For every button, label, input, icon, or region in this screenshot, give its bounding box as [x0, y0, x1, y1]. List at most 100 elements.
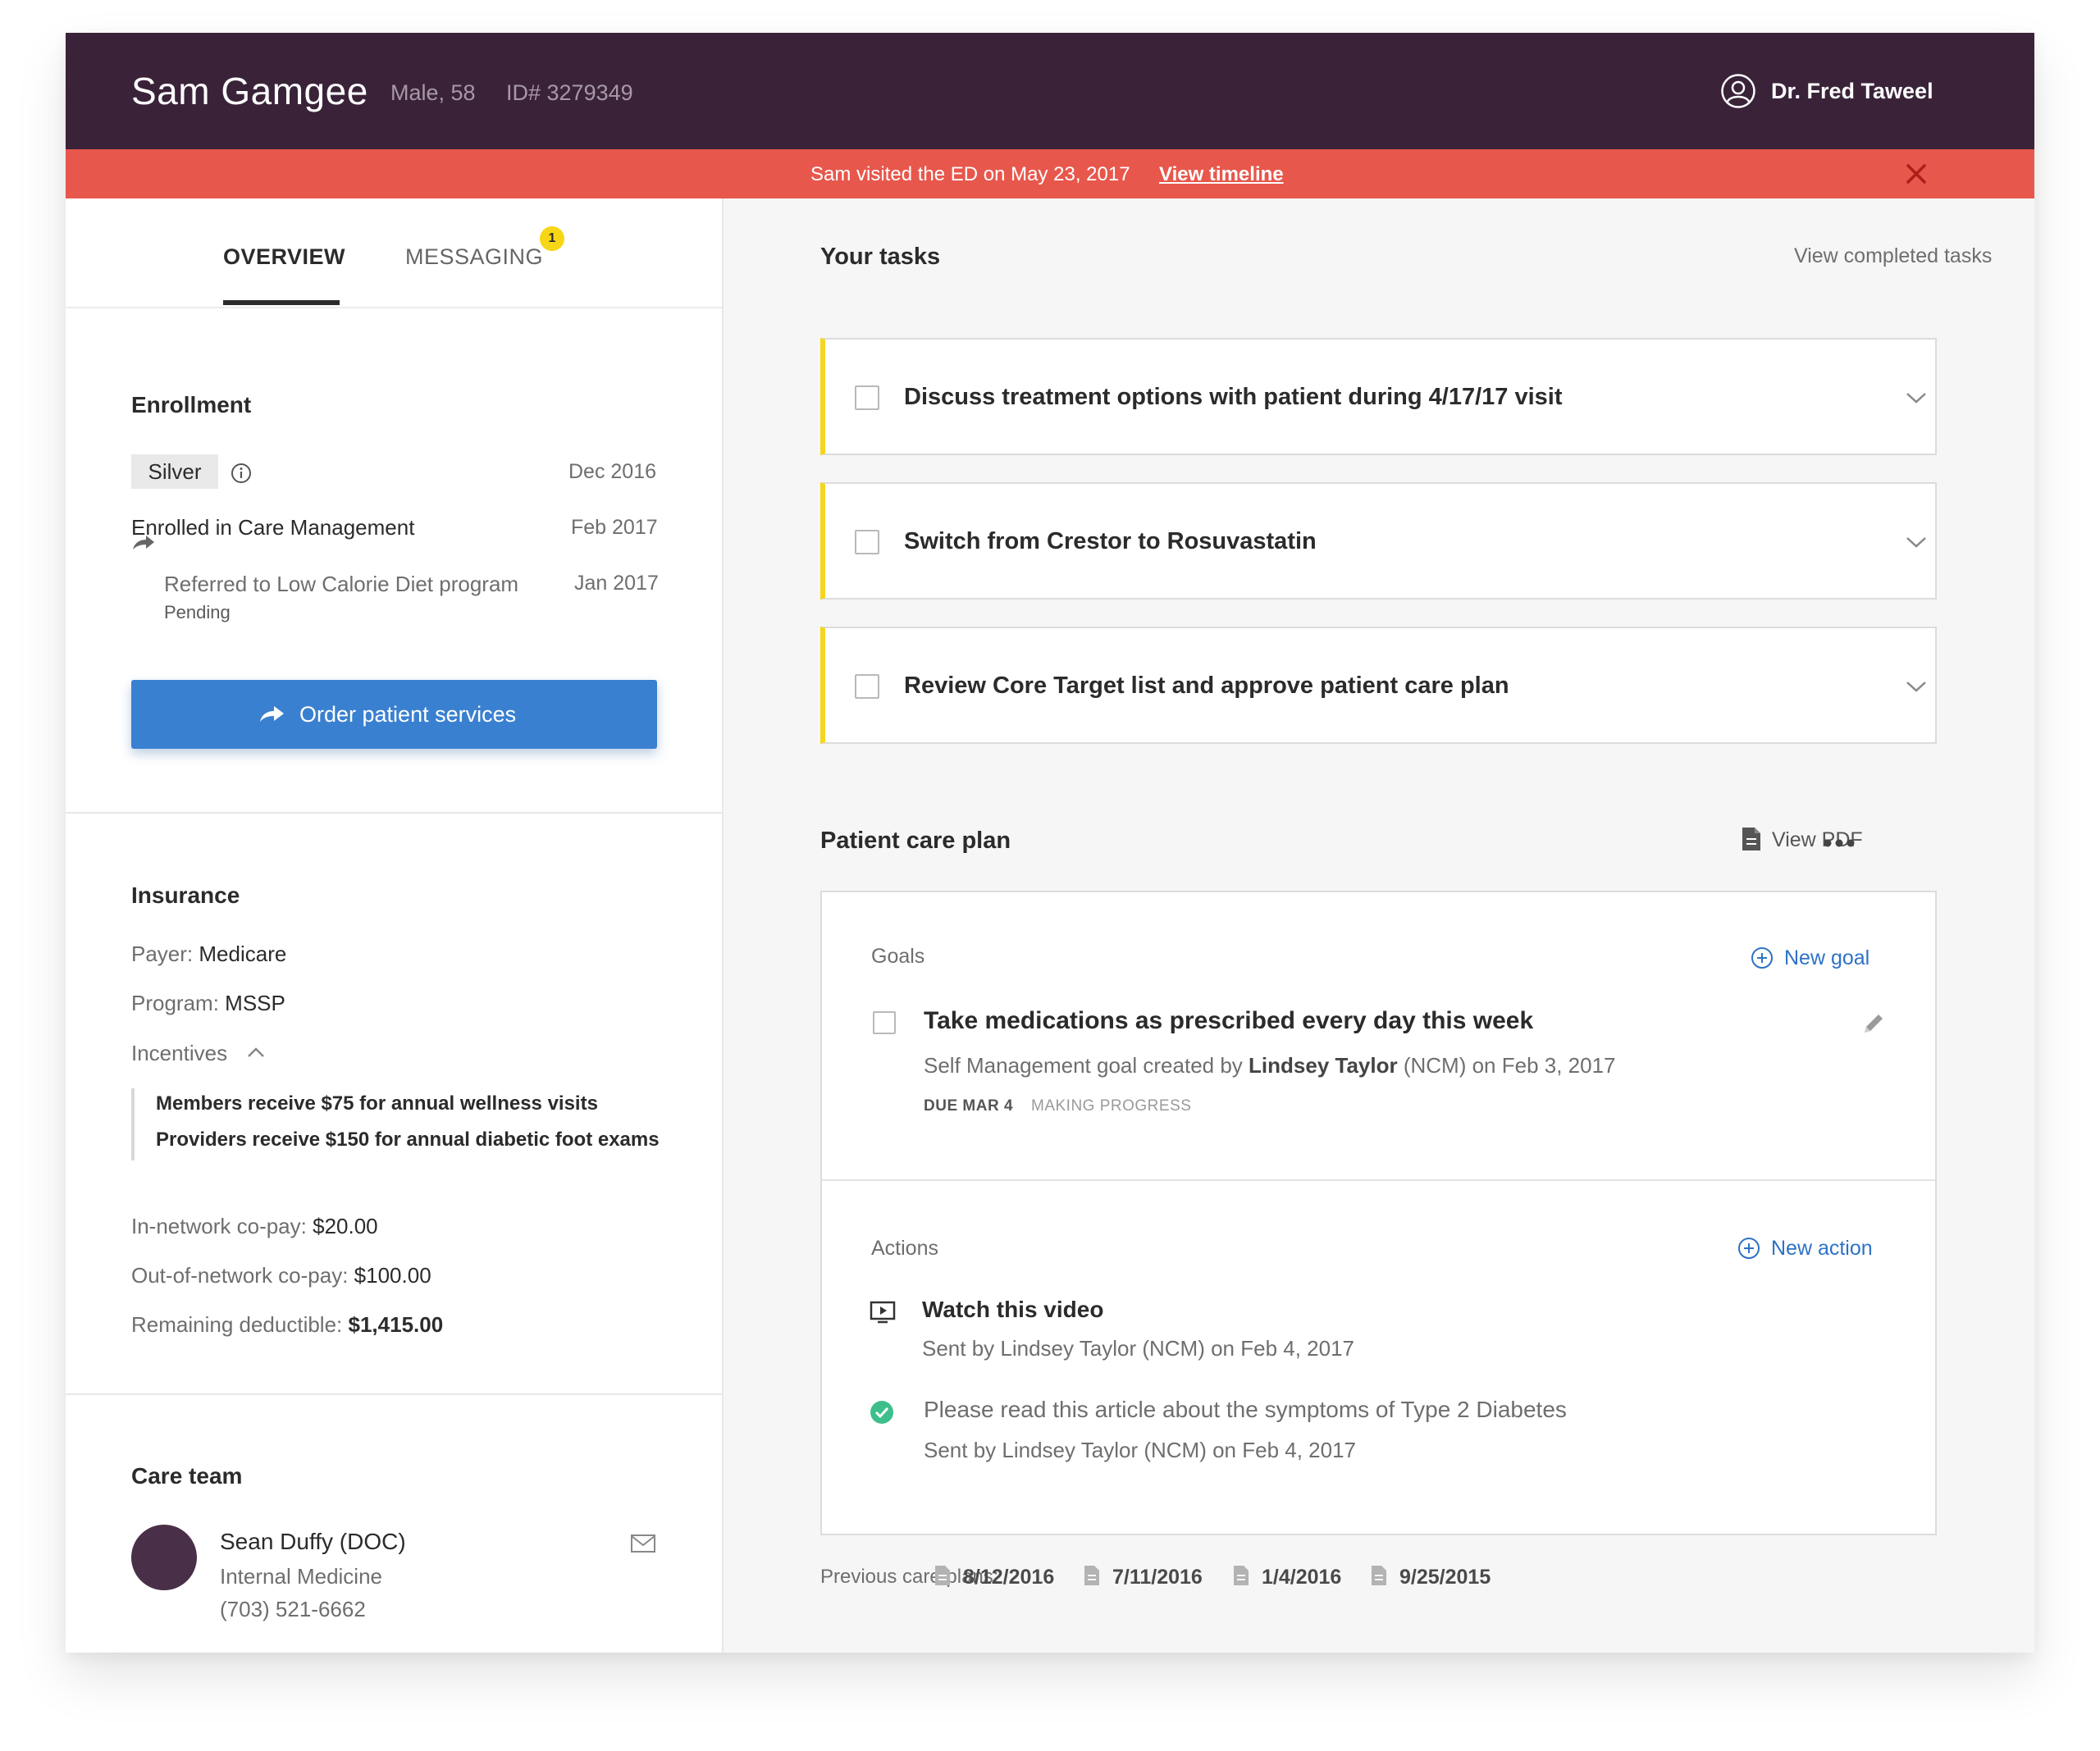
order-patient-services-button[interactable]: Order patient services	[131, 680, 657, 749]
previous-plan-date: 8/12/2016	[963, 1566, 1055, 1589]
goal-due-date: DUE MAR 4	[924, 1097, 1014, 1115]
program-value: MSSP	[225, 991, 285, 1015]
insurance-title: Insurance	[131, 882, 240, 908]
task-checkbox[interactable]	[855, 674, 879, 699]
referral-date: Jan 2017	[574, 572, 659, 595]
deductible-row: Remaining deductible: $1,415.00	[131, 1312, 443, 1338]
alert-banner: Sam visited the ED on May 23, 2017 View …	[66, 149, 2034, 198]
action-meta: Sent by Lindsey Taylor (NCM) on Feb 4, 2…	[922, 1336, 1355, 1361]
patient-header: Sam Gamgee Male, 58 ID# 3279349 Dr. Fred…	[66, 33, 2034, 149]
info-icon[interactable]	[231, 463, 252, 484]
chevron-down-icon[interactable]	[1905, 535, 1928, 549]
goal-meta: Self Management goal created by Lindsey …	[924, 1053, 1616, 1078]
care-management-date: Feb 2017	[571, 516, 658, 539]
section-divider	[66, 812, 722, 814]
user-circle-icon[interactable]	[1720, 73, 1756, 109]
plus-circle-icon[interactable]	[1737, 1237, 1760, 1260]
previous-plan-link[interactable]: 8/12/2016	[934, 1564, 1057, 1589]
goal-checkbox[interactable]	[873, 1011, 896, 1034]
incentives-rule	[131, 1088, 135, 1160]
incentive-item: Members receive $75 for annual wellness …	[156, 1092, 598, 1115]
view-timeline-link[interactable]: View timeline	[1159, 163, 1284, 186]
out-network-label: Out-of-network co-pay:	[131, 1263, 349, 1288]
task-label: Discuss treatment options with patient d…	[904, 384, 1563, 410]
patient-sex-age: Male, 58	[390, 80, 476, 105]
tier-date: Dec 2016	[568, 460, 657, 483]
in-network-row: In-network co-pay: $20.00	[131, 1214, 378, 1239]
tab-overview[interactable]: OVERVIEW	[223, 244, 345, 270]
section-divider	[66, 1393, 722, 1395]
previous-plan-date: 1/4/2016	[1262, 1566, 1342, 1589]
messaging-badge: 1	[540, 226, 564, 251]
goal-meta-suffix: (NCM) on Feb 3, 2017	[1403, 1053, 1616, 1078]
active-tab-indicator	[223, 300, 340, 305]
action-title[interactable]: Please read this article about the sympt…	[924, 1397, 1567, 1423]
chevron-down-icon[interactable]	[1905, 679, 1928, 694]
alert-text: Sam visited the ED on May 23, 2017	[810, 163, 1130, 185]
avatar	[131, 1525, 197, 1590]
task-checkbox[interactable]	[855, 385, 879, 410]
care-plan-card: Goals New goal Take medications as presc…	[820, 891, 1937, 1535]
previous-plan-link[interactable]: 9/25/2015	[1370, 1564, 1501, 1589]
pencil-icon[interactable]	[1860, 1010, 1887, 1037]
tab-messaging[interactable]: MESSAGING	[405, 244, 543, 270]
goal-title: Take medications as prescribed every day…	[924, 1007, 1534, 1034]
incentive-item: Providers receive $150 for annual diabet…	[156, 1129, 660, 1151]
patient-name: Sam Gamgee	[131, 70, 368, 112]
chevron-down-icon[interactable]	[1905, 390, 1928, 405]
referral-label: Referred to Low Calorie Diet program	[164, 572, 519, 596]
plan-section-divider	[822, 1179, 1935, 1181]
task-card[interactable]: Switch from Crestor to Rosuvastatin	[820, 482, 1937, 600]
program-label: Program:	[131, 991, 219, 1015]
care-team-member-role: Internal Medicine	[220, 1564, 382, 1589]
previous-plan-date: 7/11/2016	[1112, 1566, 1203, 1589]
document-icon	[1084, 1566, 1099, 1585]
task-checkbox[interactable]	[855, 530, 879, 554]
goals-label: Goals	[871, 945, 925, 968]
tier-badge: Silver	[131, 454, 218, 489]
referral-arrow-icon	[133, 536, 154, 549]
document-icon[interactable]	[1741, 826, 1762, 852]
out-network-value: $100.00	[354, 1263, 431, 1288]
new-action-link[interactable]: New action	[1771, 1237, 1873, 1261]
previous-plan-link[interactable]: 1/4/2016	[1232, 1564, 1347, 1589]
task-label: Review Core Target list and approve pati…	[904, 673, 1509, 699]
action-meta: Sent by Lindsey Taylor (NCM) on Feb 4, 2…	[924, 1438, 1357, 1462]
actions-label: Actions	[871, 1237, 938, 1260]
care-team-title: Care team	[131, 1463, 243, 1489]
task-card[interactable]: Review Core Target list and approve pati…	[820, 627, 1937, 744]
care-team-member-name: Sean Duffy (DOC)	[220, 1529, 406, 1554]
task-card[interactable]: Discuss treatment options with patient d…	[820, 338, 1937, 455]
order-button-label: Order patient services	[299, 702, 517, 727]
document-icon	[1372, 1566, 1386, 1585]
enrollment-title: Enrollment	[131, 392, 252, 417]
check-circle-icon	[870, 1401, 893, 1424]
previous-plan-link[interactable]: 7/11/2016	[1083, 1564, 1206, 1589]
payer-row: Payer: Medicare	[131, 942, 286, 967]
patient-overview-panel: OVERVIEW MESSAGING 1 Enrollment Silver D…	[66, 198, 724, 1653]
deductible-label: Remaining deductible:	[131, 1312, 343, 1337]
task-label: Switch from Crestor to Rosuvastatin	[904, 528, 1317, 554]
care-plan-title: Patient care plan	[820, 828, 1011, 854]
close-icon[interactable]	[1903, 161, 1929, 187]
plus-circle-icon[interactable]	[1751, 946, 1774, 969]
view-completed-tasks-link[interactable]: View completed tasks	[1794, 244, 1992, 268]
out-network-row: Out-of-network co-pay: $100.00	[131, 1263, 431, 1288]
new-goal-link[interactable]: New goal	[1784, 946, 1869, 970]
previous-plan-date: 9/25/2015	[1399, 1566, 1491, 1589]
mail-icon[interactable]	[630, 1534, 656, 1553]
chevron-up-icon[interactable]	[246, 1046, 266, 1059]
goal-author: Lindsey Taylor	[1249, 1053, 1398, 1078]
more-options-icon[interactable]	[1823, 838, 1856, 848]
goal-status: MAKING PROGRESS	[1031, 1097, 1192, 1115]
user-name[interactable]: Dr. Fred Taweel	[1771, 79, 1933, 104]
in-network-label: In-network co-pay:	[131, 1214, 307, 1238]
care-management-label: Enrolled in Care Management	[131, 515, 415, 540]
tasks-care-plan-panel: Your tasks View completed tasks Discuss …	[724, 198, 2034, 1653]
referral-status: Pending	[164, 602, 231, 622]
action-title[interactable]: Watch this video	[922, 1297, 1103, 1323]
document-icon	[1234, 1566, 1249, 1585]
document-icon	[935, 1566, 950, 1585]
care-team-member-phone: (703) 521-6662	[220, 1597, 366, 1621]
incentives-toggle[interactable]: Incentives	[131, 1041, 227, 1066]
